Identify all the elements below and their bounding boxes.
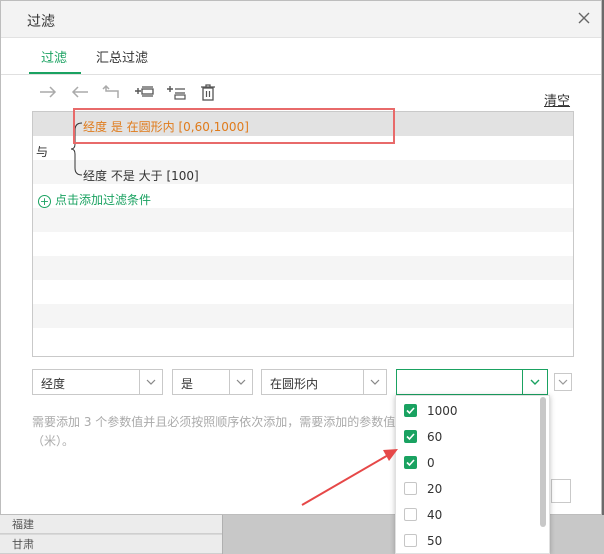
hint-text: 需要添加 3 个参数值并且必须按照顺序依次添加，需要添加的参数值（米）。 — [32, 415, 396, 448]
annotation-highlight-box — [73, 108, 395, 144]
chevron-down-icon[interactable] — [363, 370, 386, 394]
add-condition-label: 点击添加过滤条件 — [55, 193, 152, 207]
field-select[interactable]: 经度 — [32, 369, 163, 395]
add-condition-link[interactable]: + 点击添加过滤条件 — [38, 191, 151, 208]
dropdown-option-label: 1000 — [427, 404, 458, 418]
background-row: 甘肃 — [0, 535, 222, 554]
chevron-down-icon[interactable] — [229, 370, 252, 394]
chevron-down-icon[interactable] — [139, 370, 162, 394]
value-dropdown: 1000 60 0 20 40 50 — [395, 395, 550, 554]
value-select[interactable] — [396, 369, 548, 395]
tab-summary-filter[interactable]: 汇总过滤 — [96, 47, 148, 66]
confirm-button[interactable] — [551, 479, 571, 503]
condition-2[interactable]: 经度 不是 大于 [100] — [83, 167, 199, 184]
operator-select-value: 是 — [181, 377, 194, 391]
operator-select[interactable]: 是 — [172, 369, 253, 395]
checkbox-checked-icon[interactable] — [404, 430, 417, 443]
rule-row — [33, 208, 573, 232]
condition-select[interactable]: 在圆形内 — [261, 369, 387, 395]
rule-row — [33, 304, 573, 328]
dropdown-option-label: 50 — [427, 534, 443, 548]
dialog-title: 过滤 — [27, 14, 55, 30]
dropdown-option-label: 0 — [427, 456, 435, 470]
dropdown-option[interactable]: 50 — [396, 528, 536, 553]
dropdown-option[interactable]: 60 — [396, 424, 536, 450]
rule-row — [33, 232, 573, 256]
add-condition-icon[interactable] — [166, 83, 186, 101]
chevron-down-icon — [558, 379, 568, 385]
filter-rule-area: 与 经度 是 在圆形内 [0,60,1000] 经度 不是 大于 [100] +… — [32, 111, 574, 357]
expand-button[interactable] — [554, 373, 572, 391]
dropdown-scrollbar[interactable] — [540, 397, 546, 527]
dialog-title-bar: 过滤 — [1, 1, 601, 38]
dropdown-option-label: 40 — [427, 508, 443, 522]
checkbox-unchecked-icon[interactable] — [404, 482, 417, 495]
tab-filter[interactable]: 过滤 — [41, 47, 67, 66]
checkbox-unchecked-icon[interactable] — [404, 508, 417, 521]
rule-row — [33, 280, 573, 304]
arrow-right-icon[interactable] — [38, 83, 58, 101]
insert-condition-icon[interactable] — [134, 83, 154, 101]
chevron-down-icon[interactable] — [522, 370, 547, 394]
checkbox-unchecked-icon[interactable] — [404, 534, 417, 547]
dropdown-option[interactable]: 1000 — [396, 398, 536, 424]
field-select-value: 经度 — [41, 377, 66, 391]
active-tab-indicator — [29, 72, 81, 74]
undo-icon[interactable] — [102, 83, 122, 101]
arrow-left-icon[interactable] — [70, 83, 90, 101]
dropdown-option-label: 20 — [427, 482, 443, 496]
rule-row — [33, 256, 573, 280]
plus-circle-icon: + — [38, 195, 51, 208]
logic-connector[interactable]: 与 — [36, 143, 48, 160]
close-icon[interactable] — [577, 11, 591, 25]
rule-row — [33, 328, 573, 352]
dropdown-option-label: 60 — [427, 430, 443, 444]
checkbox-checked-icon[interactable] — [404, 404, 417, 417]
checkbox-checked-icon[interactable] — [404, 456, 417, 469]
background-row: 福建 — [0, 515, 222, 534]
tab-bar: 过滤 汇总过滤 — [1, 38, 601, 75]
dropdown-option[interactable]: 40 — [396, 502, 536, 528]
condition-select-value: 在圆形内 — [270, 377, 319, 391]
clear-link[interactable]: 清空 — [544, 90, 570, 109]
dropdown-option[interactable]: 0 — [396, 450, 536, 476]
delete-icon[interactable] — [198, 83, 218, 101]
dropdown-option[interactable]: 20 — [396, 476, 536, 502]
